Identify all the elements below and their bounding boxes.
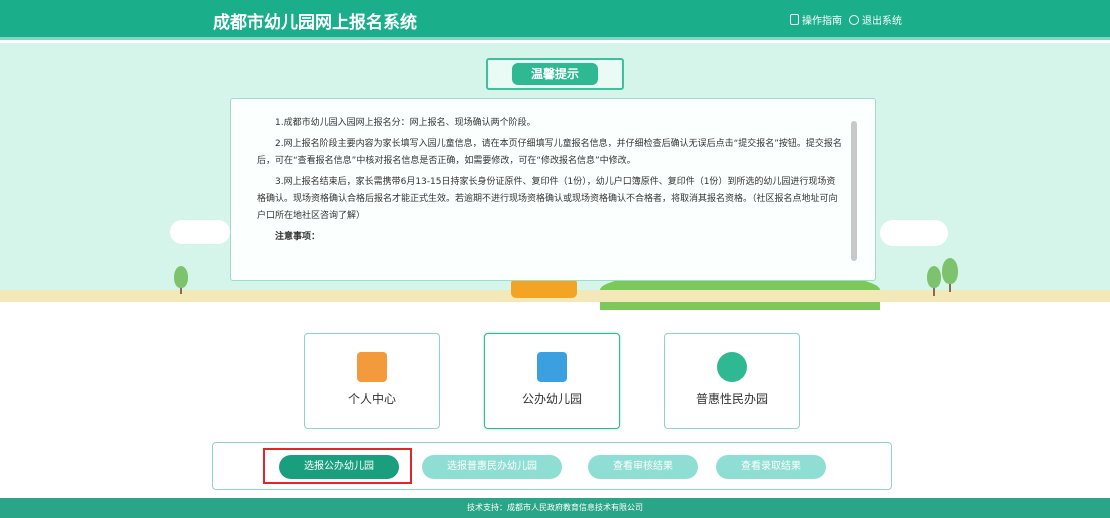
- app-title: 成都市幼儿园网上报名系统: [213, 13, 417, 33]
- card-personal-center[interactable]: 个人中心: [304, 333, 440, 429]
- card-label: 个人中心: [347, 392, 396, 406]
- notice-title: 温馨提示: [512, 63, 598, 85]
- card-label: 普惠性民办园: [695, 392, 768, 406]
- notice-box: 1.成都市幼儿园入园网上报名分：网上报名、现场确认两个阶段。 2.网上报名阶段主…: [230, 98, 876, 281]
- tree: [942, 258, 958, 284]
- select-private-button[interactable]: 选报普惠民办幼儿园: [422, 455, 562, 479]
- exit-icon: [849, 14, 859, 25]
- footer: 技术支持：成都市人民政府教育信息技术有限公司: [0, 498, 1110, 518]
- view-review-button[interactable]: 查看审核结果: [588, 455, 698, 479]
- person-card-icon: [357, 352, 387, 382]
- cloud: [170, 220, 230, 244]
- logout-link[interactable]: 退出系统: [849, 12, 902, 27]
- bus-illustration: [511, 278, 577, 298]
- heart-hand-icon: [717, 352, 747, 382]
- logout-label: 退出系统: [862, 16, 902, 27]
- tree: [174, 266, 188, 288]
- notice-paragraph: 1.成都市幼儿园入园网上报名分：网上报名、现场确认两个阶段。: [275, 118, 536, 128]
- tree: [927, 266, 941, 288]
- card-private-kindergarten[interactable]: 普惠性民办园: [664, 333, 800, 429]
- scrollbar[interactable]: [851, 121, 857, 261]
- card-label: 公办幼儿园: [521, 392, 582, 406]
- school-icon: [537, 352, 567, 382]
- view-admission-button[interactable]: 查看录取结果: [716, 455, 826, 479]
- notice-paragraph: 2.网上报名阶段主要内容为家长填写入园儿童信息，请在本页仔细填写儿童报名信息，并…: [257, 139, 842, 166]
- highlight-box: [263, 448, 412, 484]
- notice-paragraph: 注意事项：: [275, 232, 321, 242]
- header: 成都市幼儿园网上报名系统 操作指南 退出系统: [0, 0, 1110, 40]
- guide-link[interactable]: 操作指南: [790, 12, 842, 27]
- card-public-kindergarten[interactable]: 公办幼儿园: [484, 333, 620, 429]
- cloud: [880, 220, 948, 246]
- notice-paragraph: 3.网上报名结束后，家长需携带6月13-15日持家长身份证原件、复印件（1份），…: [257, 177, 838, 221]
- notice-ribbon: 温馨提示: [486, 58, 624, 90]
- document-icon: [790, 14, 799, 25]
- guide-label: 操作指南: [802, 16, 842, 27]
